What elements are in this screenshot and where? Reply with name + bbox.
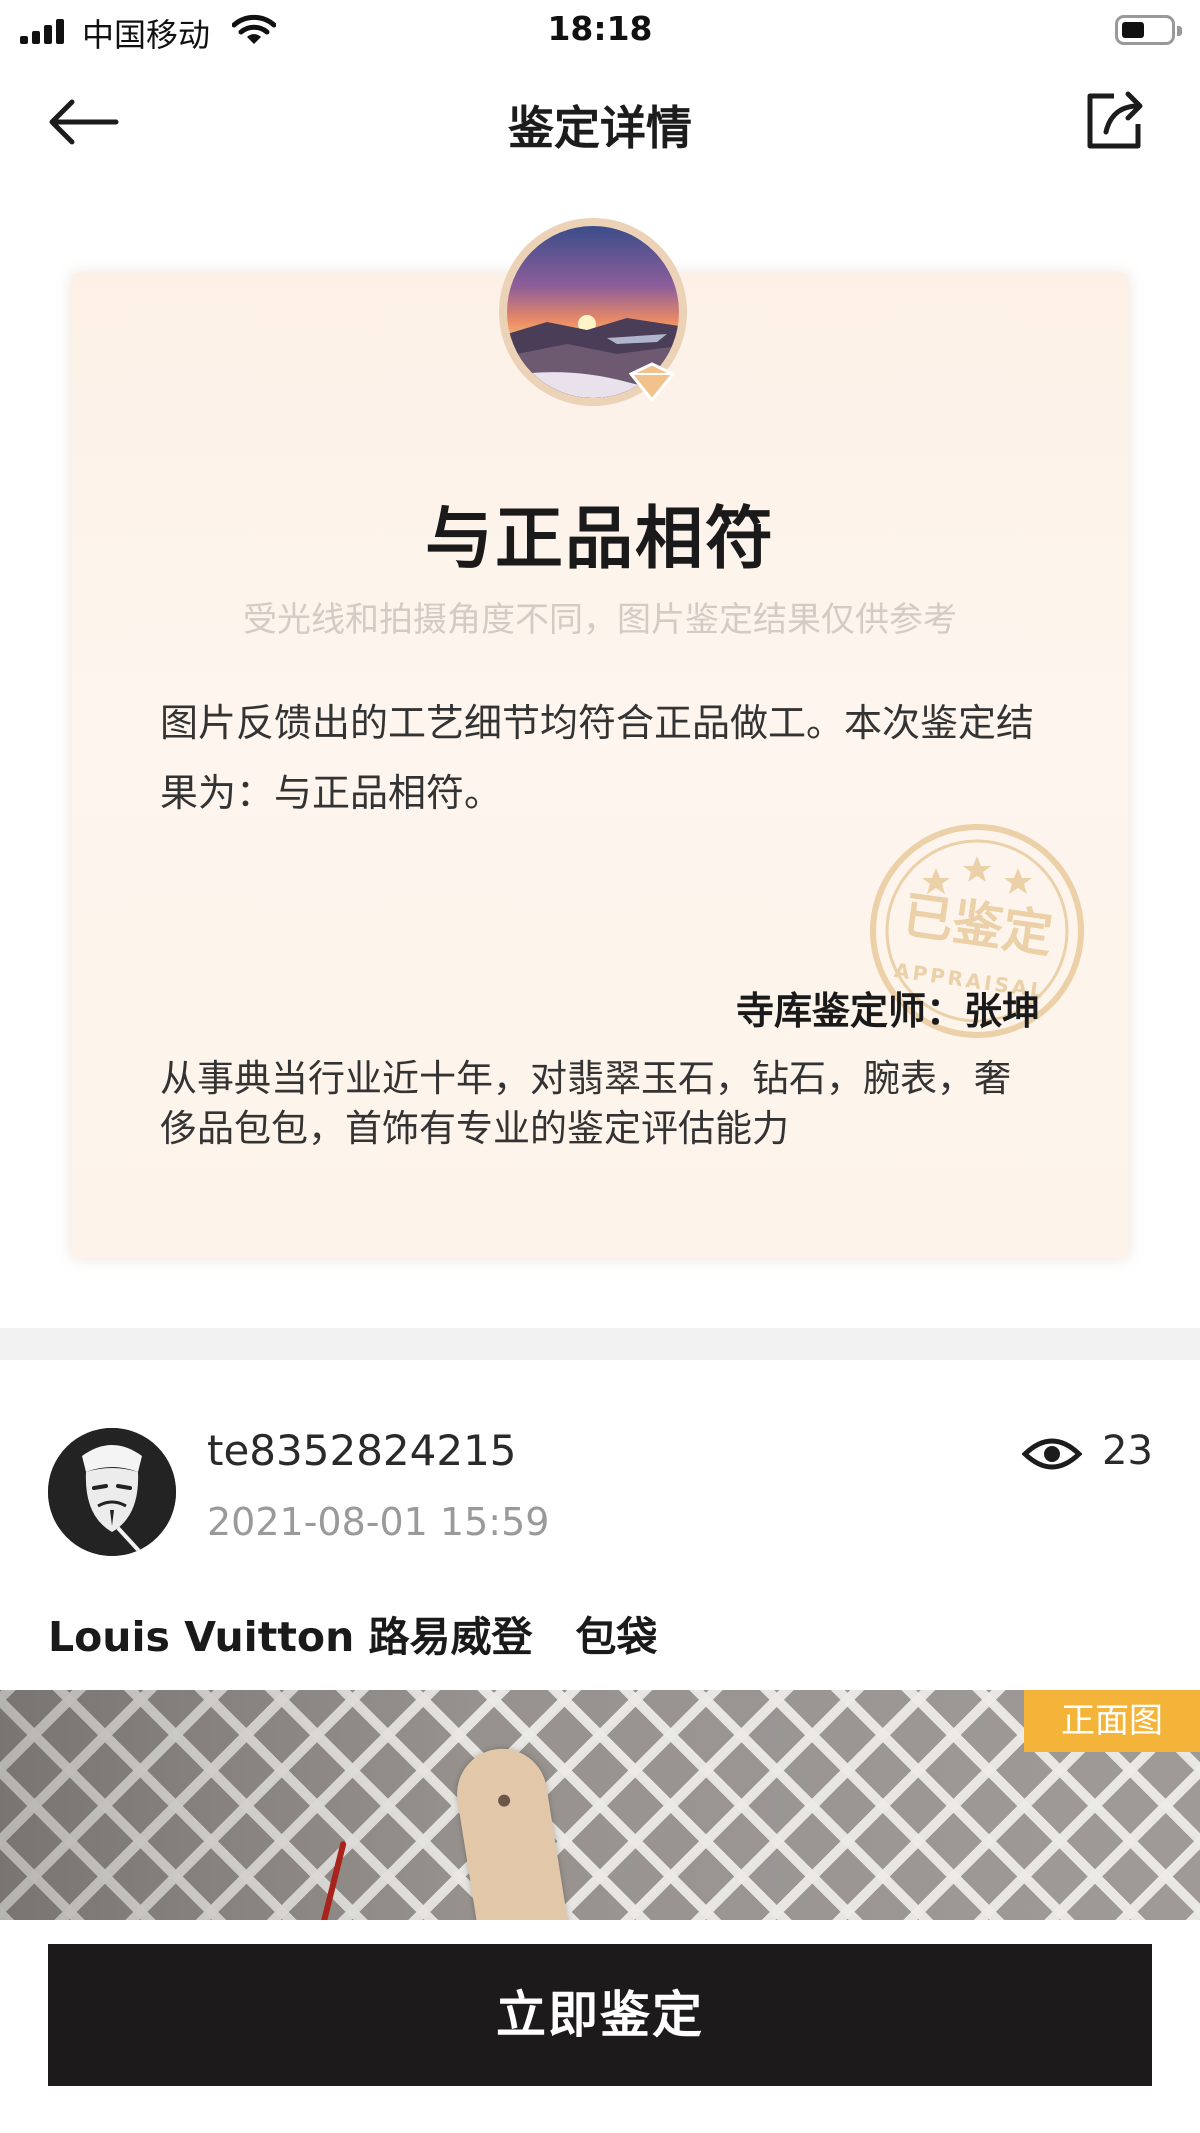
photo-tag: 正面图 [1024, 1690, 1200, 1752]
disclaimer-text: 受光线和拍摄角度不同，图片鉴定结果仅供参考 [243, 600, 957, 640]
share-icon [1087, 91, 1143, 149]
appraise-now-button[interactable]: 立即鉴定 [48, 1944, 1152, 2086]
appraiser-bio: 从事典当行业近十年，对翡翠玉石，钻石，腕表，奢侈品包包，首饰有专业的鉴定评估能力 [160, 1057, 1011, 1150]
share-button[interactable] [1082, 88, 1148, 154]
item-title: Louis Vuitton 路易威登 包袋 [48, 1613, 658, 1661]
verified-badge-icon [629, 362, 675, 402]
battery-icon [1115, 15, 1182, 45]
svg-text:已鉴定: 已鉴定 [900, 886, 1057, 964]
user-avatar[interactable] [48, 1428, 176, 1556]
item-photo[interactable] [0, 1690, 1200, 1920]
post-timestamp: 2021-08-01 15:59 [207, 1500, 550, 1544]
result-description: 图片反馈出的工艺细节均符合正品做工。本次鉴定结果为：与正品相符。 [160, 701, 1035, 815]
view-count: 23 [1102, 1428, 1153, 1474]
result-title: 与正品相符 [424, 500, 775, 579]
status-bar: 中国移动 18:18 [0, 0, 1200, 62]
status-time: 18:18 [547, 9, 653, 48]
section-divider [0, 1328, 1200, 1360]
appraiser-name: 寺库鉴定师：张坤 [735, 989, 1040, 1033]
eye-icon [1022, 1438, 1082, 1470]
mask-avatar-icon [48, 1428, 176, 1556]
nav-bar: 鉴定详情 [0, 62, 1200, 182]
page-title: 鉴定详情 [508, 101, 692, 155]
username: te8352824215 [207, 1426, 517, 1475]
